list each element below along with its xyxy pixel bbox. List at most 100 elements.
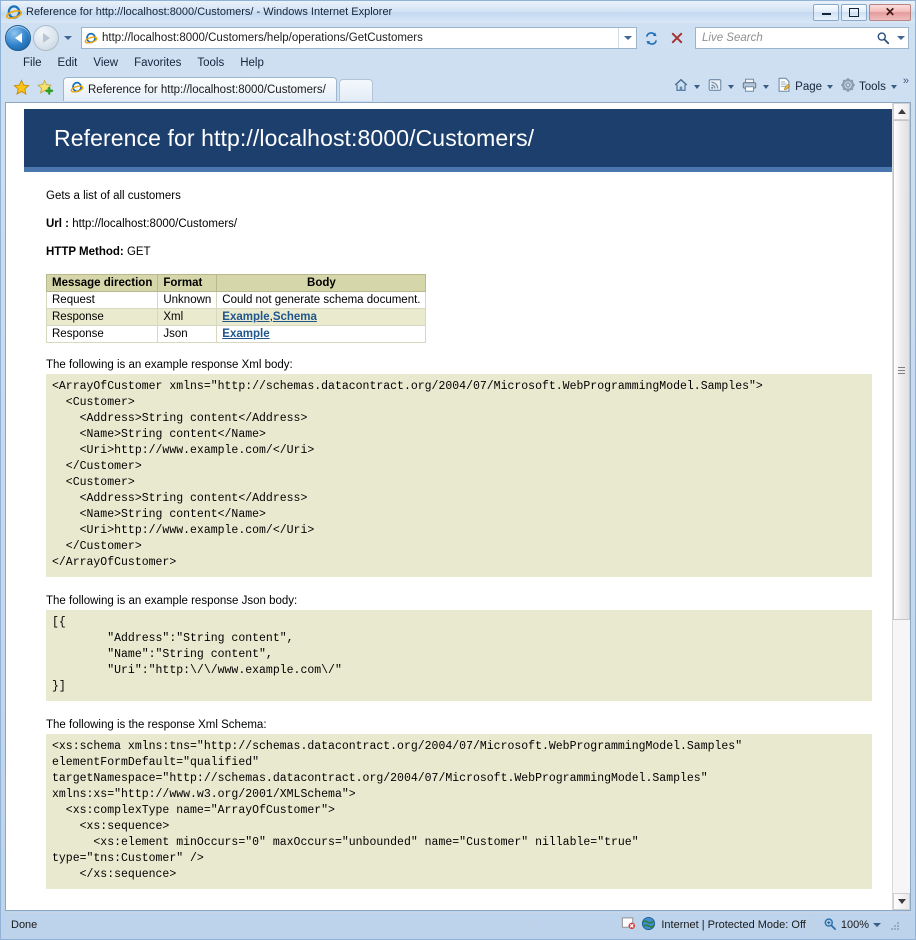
column-header-message-direction: Message direction (47, 275, 158, 292)
address-input[interactable]: http://localhost:8000/Customers/help/ope… (81, 27, 637, 49)
print-dropdown-icon[interactable] (763, 85, 769, 89)
cell-body: Example,Schema (217, 309, 426, 326)
tab-reference-customers[interactable]: Reference for http://localhost:8000/Cust… (63, 77, 337, 101)
cell-direction: Response (47, 326, 158, 343)
back-button[interactable] (5, 25, 31, 51)
address-dropdown-icon[interactable] (618, 28, 636, 48)
menu-item-edit[interactable]: Edit (50, 55, 86, 71)
maximize-button[interactable] (841, 4, 867, 21)
add-to-favorites-icon[interactable] (33, 75, 57, 99)
print-icon (741, 77, 758, 96)
scroll-up-button[interactable] (893, 103, 910, 120)
command-bar-overflow-icon[interactable]: » (901, 75, 911, 87)
search-icon[interactable] (872, 31, 894, 45)
home-button[interactable] (670, 75, 703, 98)
tools-button[interactable]: Tools (837, 75, 900, 98)
security-zone-text: Internet | Protected Mode: Off (661, 919, 806, 931)
scrollbar-thumb[interactable] (893, 120, 910, 620)
scrollbar-track[interactable] (893, 120, 910, 893)
home-dropdown-icon[interactable] (694, 85, 700, 89)
menu-item-help[interactable]: Help (232, 55, 272, 71)
http-method-value: GET (127, 246, 151, 258)
page-favicon-icon (82, 31, 100, 45)
vertical-scrollbar[interactable] (892, 103, 910, 910)
url-value: http://localhost:8000/Customers/ (72, 218, 237, 230)
page-label: Page (795, 81, 822, 93)
link-json-example[interactable]: Example (222, 328, 269, 340)
phishing-filter-icon (621, 916, 636, 934)
recent-pages-dropdown[interactable] (61, 36, 75, 40)
address-bar: http://localhost:8000/Customers/help/ope… (1, 23, 915, 53)
menu-item-favorites[interactable]: Favorites (126, 55, 189, 71)
page-title: Reference for http://localhost:8000/Cust… (24, 125, 534, 152)
table-row: Response Xml Example,Schema (47, 309, 426, 326)
page-content: Gets a list of all customers Url : http:… (6, 172, 892, 910)
http-method-label: HTTP Method: (46, 246, 124, 258)
new-tab-button[interactable] (339, 79, 373, 101)
chevron-up-icon (898, 109, 906, 114)
security-zone[interactable]: Internet | Protected Mode: Off (613, 916, 815, 934)
zoom-level: 100% (841, 919, 869, 931)
tab-label: Reference for http://localhost:8000/Cust… (84, 84, 326, 96)
cell-body: Could not generate schema document. (217, 292, 426, 309)
menu-item-file[interactable]: File (15, 55, 50, 71)
globe-icon (641, 916, 656, 934)
zoom-control[interactable]: 100% (815, 917, 911, 934)
status-bar: Done Internet | Protected Mode: Off (5, 912, 911, 937)
tools-dropdown-icon[interactable] (891, 85, 897, 89)
cell-format: Json (158, 326, 217, 343)
gear-icon (840, 77, 856, 96)
page-banner: Reference for http://localhost:8000/Cust… (24, 109, 892, 172)
xml-body-code: <ArrayOfCustomer xmlns="http://schemas.d… (46, 374, 872, 577)
address-text[interactable]: http://localhost:8000/Customers/help/ope… (100, 32, 618, 44)
table-header-row: Message direction Format Body (47, 275, 426, 292)
page-icon (776, 77, 792, 96)
status-text: Done (5, 919, 531, 931)
feeds-dropdown-icon[interactable] (728, 85, 734, 89)
menu-item-tools[interactable]: Tools (189, 55, 232, 71)
document-body: Reference for http://localhost:8000/Cust… (6, 103, 892, 910)
cell-format: Xml (158, 309, 217, 326)
tools-label: Tools (859, 81, 886, 93)
zoom-dropdown-icon[interactable] (873, 923, 881, 927)
close-button[interactable]: ✕ (869, 4, 911, 21)
page-dropdown-icon[interactable] (827, 85, 833, 89)
internet-explorer-icon (6, 4, 22, 20)
favorites-center-icon[interactable] (9, 75, 33, 99)
feeds-icon (707, 77, 723, 96)
table-row: Response Json Example (47, 326, 426, 343)
stop-button[interactable] (665, 26, 689, 50)
scroll-down-button[interactable] (893, 893, 910, 910)
xml-schema-code: <xs:schema xmlns:tns="http://schemas.dat… (46, 734, 872, 889)
json-body-caption: The following is an example response Jso… (46, 595, 872, 607)
link-xml-example[interactable]: Example (222, 311, 269, 323)
json-body-code: [{ "Address":"String content", "Name":"S… (46, 610, 872, 701)
table-row: Request Unknown Could not generate schem… (47, 292, 426, 309)
resize-grip-icon[interactable] (887, 918, 901, 932)
menu-item-view[interactable]: View (85, 55, 126, 71)
browser-viewport: Reference for http://localhost:8000/Cust… (5, 102, 911, 911)
search-text[interactable]: Live Search (696, 32, 872, 44)
home-icon (673, 77, 689, 96)
http-method-line: HTTP Method: GET (46, 246, 872, 258)
cell-format: Unknown (158, 292, 217, 309)
zoom-icon (823, 917, 837, 934)
browser-window: Reference for http://localhost:8000/Cust… (0, 0, 916, 940)
title-bar: Reference for http://localhost:8000/Cust… (1, 1, 915, 23)
forward-button[interactable] (33, 25, 59, 51)
xml-schema-caption: The following is the response Xml Schema… (46, 719, 872, 731)
xml-body-caption: The following is an example response Xml… (46, 359, 872, 371)
window-controls: ✕ (813, 4, 911, 21)
operation-description: Gets a list of all customers (46, 190, 872, 202)
link-xml-schema[interactable]: Schema (273, 311, 317, 323)
feeds-button[interactable] (704, 75, 737, 98)
page-button[interactable]: Page (773, 75, 836, 98)
chevron-down-icon (898, 899, 906, 904)
search-input[interactable]: Live Search (695, 27, 909, 49)
refresh-button[interactable] (639, 26, 663, 50)
print-button[interactable] (738, 75, 772, 98)
minimize-button[interactable] (813, 4, 839, 21)
search-provider-dropdown-icon[interactable] (894, 36, 908, 40)
column-header-format: Format (158, 275, 217, 292)
tab-favicon-icon (70, 80, 84, 99)
